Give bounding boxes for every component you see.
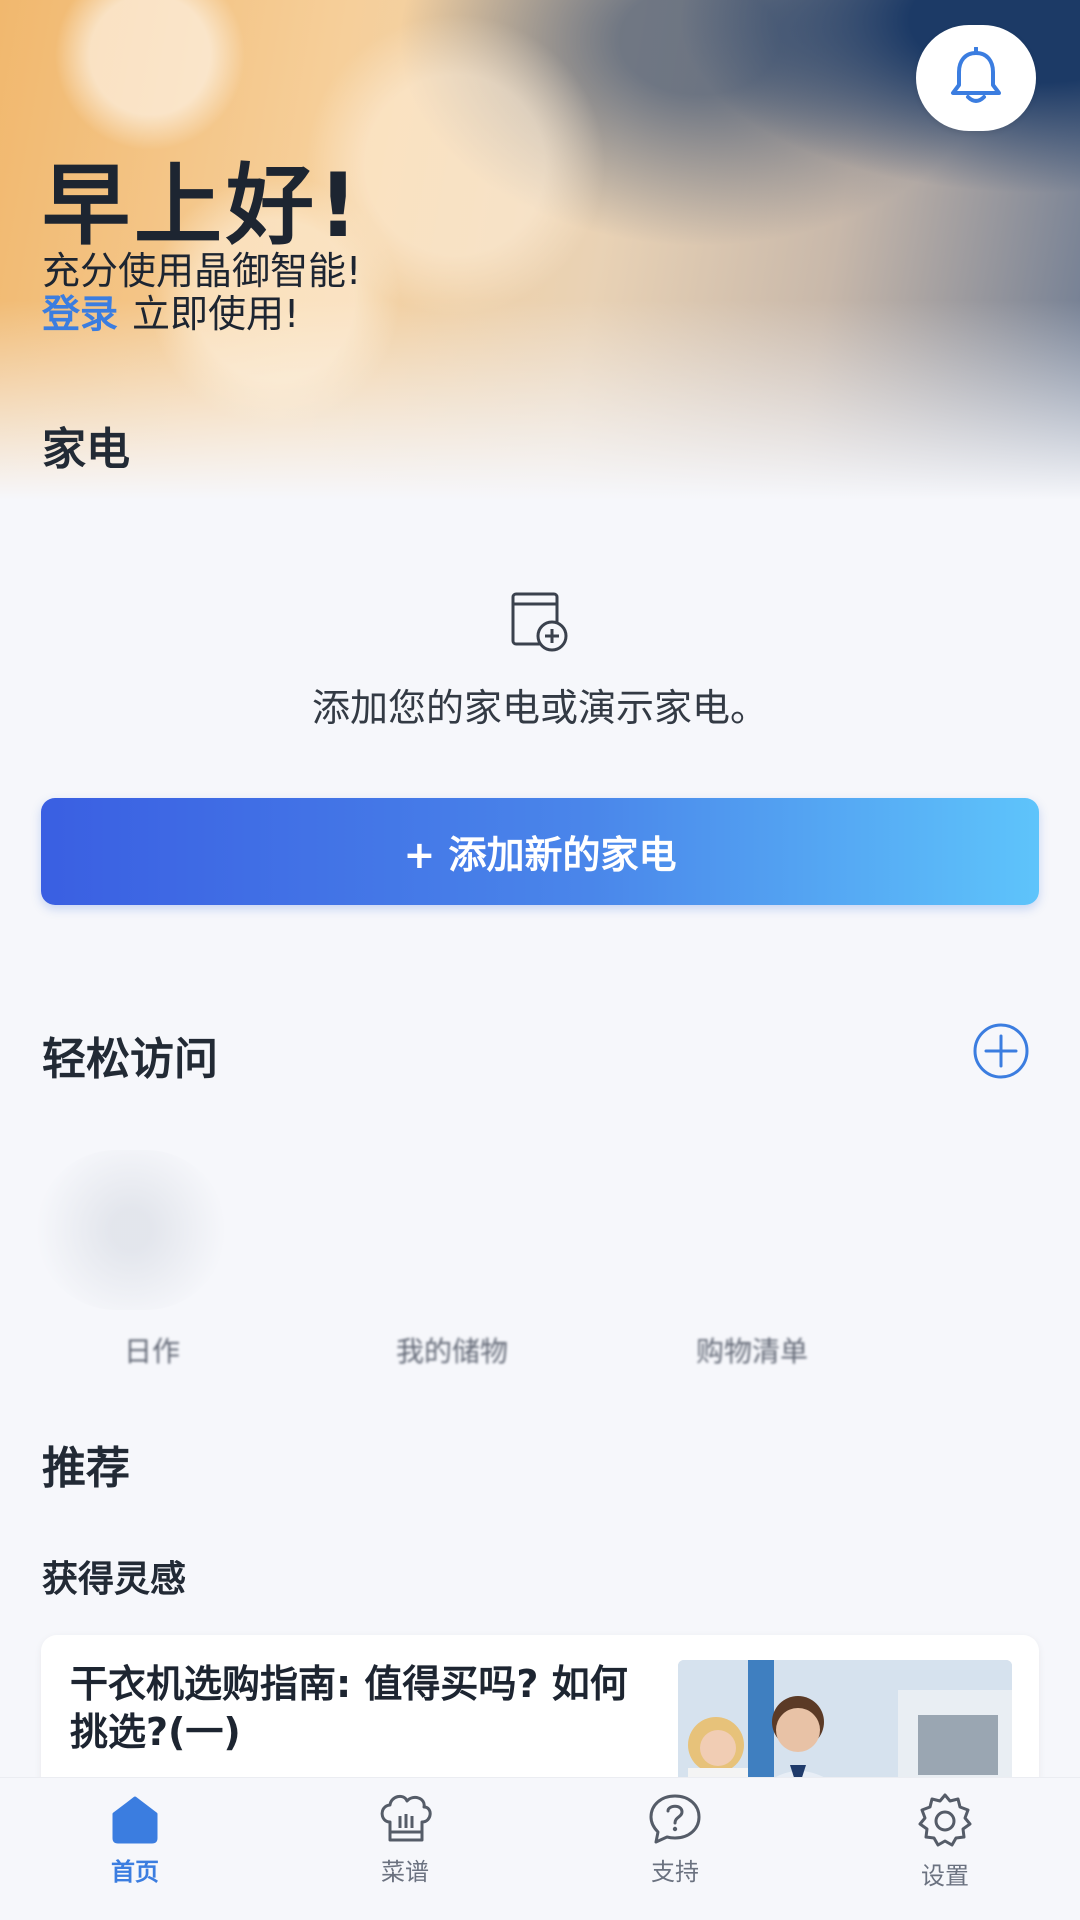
quick-access-item[interactable]: 我的储物 xyxy=(352,1330,552,1370)
add-appliance-icon xyxy=(511,592,568,652)
login-prompt: 登录 立即使用! xyxy=(42,283,299,338)
tab-label: 支持 xyxy=(651,1858,699,1886)
home-icon xyxy=(112,1796,158,1844)
add-appliance-button[interactable]: + 添加新的家电 xyxy=(41,798,1039,905)
chef-hat-icon xyxy=(380,1794,432,1842)
article-thumbnail xyxy=(678,1660,1012,1790)
add-shortcut-icon[interactable] xyxy=(972,1022,1030,1080)
help-icon xyxy=(649,1794,701,1844)
quick-access-section-title: 轻松访问 xyxy=(42,1034,218,1085)
notification-button[interactable] xyxy=(916,25,1036,131)
tab-settings[interactable]: 设置 xyxy=(845,1792,1045,1912)
appliances-empty-text: 添加您的家电或演示家电。 xyxy=(311,686,768,730)
quick-access-list: 日作 我的储物 购物清单 xyxy=(0,1130,1080,1370)
tab-label: 设置 xyxy=(921,1862,969,1890)
appliances-section-title: 家电 xyxy=(42,424,130,475)
tab-recipes[interactable]: 菜谱 xyxy=(305,1792,505,1912)
inspiration-subtitle: 获得灵感 xyxy=(42,1559,187,1600)
login-prompt-text: 立即使用! xyxy=(132,292,300,336)
quick-access-item[interactable]: 购物清单 xyxy=(652,1330,852,1370)
gear-icon xyxy=(918,1793,972,1847)
tab-home[interactable]: 首页 xyxy=(35,1792,235,1912)
bell-icon xyxy=(951,47,1001,103)
tab-label: 首页 xyxy=(111,1858,159,1886)
recommend-section-title: 推荐 xyxy=(42,1443,130,1494)
quick-access-item[interactable]: 日作 xyxy=(52,1330,252,1370)
quick-access-placeholder xyxy=(36,1150,226,1310)
article-title: 干衣机选购指南: 值得买吗? 如何挑选?(一) xyxy=(70,1662,628,1754)
tab-support[interactable]: 支持 xyxy=(575,1792,775,1912)
login-link[interactable]: 登录 xyxy=(42,292,118,336)
tab-label: 菜谱 xyxy=(381,1858,429,1886)
bottom-tab-bar: 首页 菜谱 支持 设置 xyxy=(0,1777,1080,1920)
